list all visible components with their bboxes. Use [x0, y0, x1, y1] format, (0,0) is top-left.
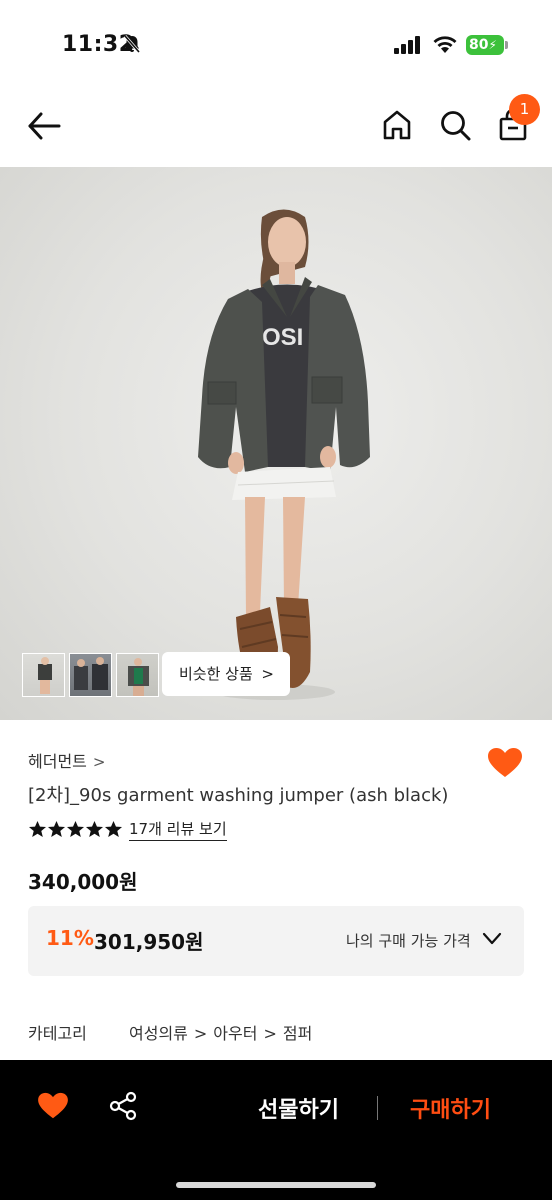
- back-arrow-icon[interactable]: [26, 110, 62, 142]
- home-indicator: [176, 1182, 376, 1188]
- divider: [377, 1096, 378, 1120]
- original-price: 340,000원: [28, 870, 138, 894]
- svg-text:OSI: OSI: [262, 324, 303, 351]
- brand-link[interactable]: 헤더먼트 >: [28, 748, 105, 772]
- wifi-icon: [433, 36, 457, 53]
- category-item-1[interactable]: 여성의류: [129, 1024, 188, 1043]
- category-item-3[interactable]: 점퍼: [283, 1024, 312, 1043]
- category-label: 카테고리: [28, 1024, 87, 1043]
- star-icon: [28, 820, 47, 838]
- star-icon: [47, 820, 66, 838]
- bottom-action-bar: 선물하기 구매하기: [0, 1060, 552, 1200]
- signal-icon: [394, 36, 420, 54]
- category-item-2[interactable]: 아우터: [213, 1024, 257, 1043]
- thumbnail-2[interactable]: [69, 653, 112, 697]
- star-icon: [104, 820, 123, 838]
- brand-name: 헤더먼트: [28, 752, 87, 771]
- gift-button[interactable]: 선물하기: [258, 1092, 339, 1124]
- star-icon: [66, 820, 85, 838]
- discount-percent: 11%: [46, 926, 94, 950]
- battery-tip: [505, 41, 508, 49]
- home-icon[interactable]: [380, 108, 414, 142]
- my-price-box[interactable]: 11% 301,950원 나의 구매 가능 가격: [28, 906, 524, 976]
- heart-icon[interactable]: [37, 1092, 69, 1120]
- review-link[interactable]: 17개 리뷰 보기: [129, 818, 227, 841]
- top-nav: 1: [0, 86, 552, 166]
- my-price-label: 나의 구매 가능 가격: [346, 932, 471, 950]
- status-bar: 11:32 80⚡: [0, 0, 552, 80]
- share-icon[interactable]: [108, 1091, 138, 1121]
- star-icon: [85, 820, 104, 838]
- product-image-gallery[interactable]: OSI 비슷한 상품 >: [0, 167, 552, 720]
- search-icon[interactable]: [438, 108, 472, 142]
- rating-stars: [28, 820, 123, 840]
- similar-products-button[interactable]: 비슷한 상품 >: [162, 652, 290, 696]
- bell-off-icon: [123, 35, 141, 53]
- battery-icon: 80⚡: [466, 35, 504, 55]
- thumbnail-3[interactable]: [116, 653, 159, 697]
- chevron-right-icon: >: [261, 665, 274, 683]
- buy-button[interactable]: 구매하기: [410, 1092, 491, 1124]
- discount-price: 301,950원: [94, 930, 204, 954]
- heart-icon[interactable]: [487, 747, 523, 779]
- chevron-down-icon: [482, 932, 502, 945]
- thumbnail-1[interactable]: [22, 653, 65, 697]
- chevron-right-icon: >: [193, 1024, 208, 1043]
- product-title: [2차]_90s garment washing jumper (ash bla…: [28, 785, 449, 806]
- chevron-right-icon: >: [263, 1024, 277, 1043]
- cart-badge: 1: [509, 94, 540, 125]
- product-photo: OSI: [198, 209, 370, 700]
- category-breadcrumb: 여성의류 > 아우터 > 점퍼: [129, 1020, 312, 1044]
- similar-products-label: 비슷한 상품: [179, 665, 253, 683]
- battery-level: 80: [469, 37, 489, 53]
- chevron-right-icon: >: [92, 753, 106, 771]
